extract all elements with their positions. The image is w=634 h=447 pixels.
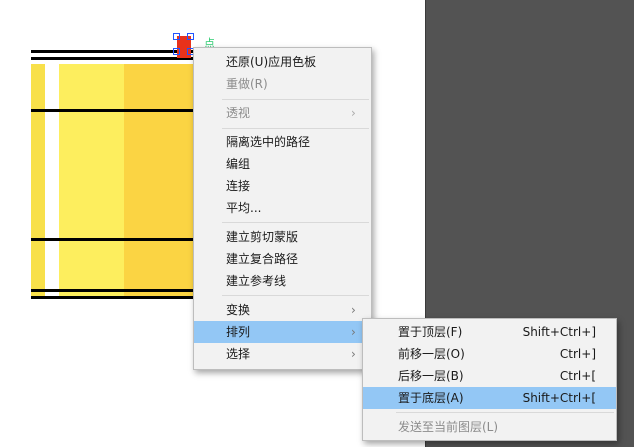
- black-line[interactable]: [31, 289, 211, 292]
- menu-item-isolate-path[interactable]: 隔离选中的路径: [194, 131, 371, 153]
- menu-item-label: 选择: [226, 347, 251, 361]
- menu-item-label: 平均...: [226, 201, 262, 215]
- menu-item-make-guides[interactable]: 建立参考线: [194, 270, 371, 292]
- submenu-item-send-to-back[interactable]: 置于底层(A) Shift+Ctrl+[: [363, 387, 616, 409]
- menu-separator: [222, 295, 369, 296]
- menu-item-perspective[interactable]: 透视 ›: [194, 102, 371, 124]
- black-line[interactable]: [31, 109, 211, 112]
- menu-item-label: 建立剪切蒙版: [226, 230, 299, 244]
- artwork-group[interactable]: [31, 46, 211, 302]
- submenu-arrow-icon: ›: [351, 303, 356, 317]
- shortcut-label: Ctrl+[: [559, 369, 596, 383]
- submenu-item-label: 发送至当前图层(L): [398, 420, 499, 434]
- shortcut-label: Ctrl+]: [559, 347, 596, 361]
- menu-item-label: 建立参考线: [226, 274, 287, 288]
- menu-separator: [222, 128, 369, 129]
- menu-item-redo[interactable]: 重做(R): [194, 73, 371, 95]
- anchor-point-icon[interactable]: [187, 33, 194, 40]
- submenu-item-label: 置于顶层(F): [398, 325, 463, 339]
- menu-item-select[interactable]: 选择 ›: [194, 343, 371, 365]
- submenu-arrow-icon: ›: [351, 106, 356, 120]
- anchor-point-icon[interactable]: [173, 48, 180, 55]
- submenu-item-send-to-current-layer[interactable]: 发送至当前图层(L): [363, 416, 616, 438]
- menu-separator: [222, 99, 369, 100]
- menu-separator: [222, 222, 369, 223]
- submenu-item-bring-forward[interactable]: 前移一层(O) Ctrl+]: [363, 343, 616, 365]
- menu-item-transform[interactable]: 变换 ›: [194, 299, 371, 321]
- anchor-point-icon[interactable]: [173, 33, 180, 40]
- black-line[interactable]: [31, 238, 211, 241]
- light-yellow-band[interactable]: [59, 64, 124, 297]
- menu-item-undo-apply-swatch[interactable]: 还原(U)应用色板: [194, 51, 371, 73]
- submenu-arrow-icon: ›: [351, 347, 356, 361]
- context-menu: 还原(U)应用色板 重做(R) 透视 › 隔离选中的路径 编组 连接 平均...…: [193, 47, 372, 370]
- menu-item-join[interactable]: 连接: [194, 175, 371, 197]
- submenu-item-label: 置于底层(A): [398, 391, 464, 405]
- menu-item-label: 隔离选中的路径: [226, 135, 311, 149]
- menu-item-make-compound-path[interactable]: 建立复合路径: [194, 248, 371, 270]
- menu-item-label: 排列: [226, 325, 251, 339]
- menu-item-label: 透视: [226, 106, 251, 120]
- shortcut-label: Shift+Ctrl+[: [522, 391, 596, 405]
- menu-item-arrange[interactable]: 排列 ›: [194, 321, 371, 343]
- submenu-arrow-icon: ›: [351, 325, 356, 339]
- submenu-item-label: 前移一层(O): [398, 347, 465, 361]
- arrange-submenu: 置于顶层(F) Shift+Ctrl+] 前移一层(O) Ctrl+] 后移一层…: [362, 318, 617, 441]
- submenu-item-send-backward[interactable]: 后移一层(B) Ctrl+[: [363, 365, 616, 387]
- menu-item-label: 连接: [226, 179, 251, 193]
- shortcut-label: Shift+Ctrl+]: [522, 325, 596, 339]
- submenu-item-label: 后移一层(B): [398, 369, 464, 383]
- submenu-item-bring-to-front[interactable]: 置于顶层(F) Shift+Ctrl+]: [363, 321, 616, 343]
- menu-item-label: 编组: [226, 157, 251, 171]
- white-stripe[interactable]: [45, 64, 59, 297]
- menu-item-label: 变换: [226, 303, 251, 317]
- menu-item-group[interactable]: 编组: [194, 153, 371, 175]
- menu-item-make-clipping-mask[interactable]: 建立剪切蒙版: [194, 226, 371, 248]
- black-line[interactable]: [31, 296, 211, 299]
- menu-item-label: 重做(R): [226, 77, 268, 91]
- menu-item-label: 建立复合路径: [226, 252, 299, 266]
- pale-yellow-band[interactable]: [35, 64, 45, 297]
- menu-item-label: 还原(U)应用色板: [226, 55, 317, 69]
- menu-separator: [396, 412, 614, 413]
- menu-item-average[interactable]: 平均...: [194, 197, 371, 219]
